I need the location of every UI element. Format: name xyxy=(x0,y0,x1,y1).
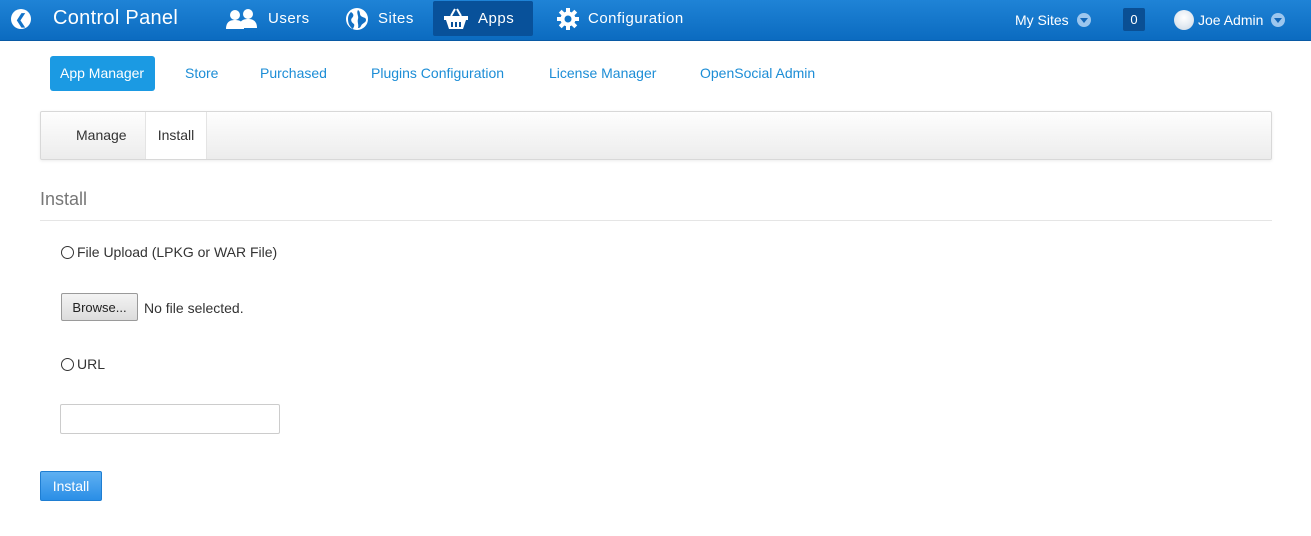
app-manager-subnav: App Manager Store Purchased Plugins Conf… xyxy=(0,56,1311,91)
nav-item-users[interactable]: Users xyxy=(215,1,335,36)
browse-button[interactable]: Browse... xyxy=(61,293,138,321)
nav-item-sites[interactable]: Sites xyxy=(335,1,431,36)
chevron-down-icon xyxy=(1271,12,1286,27)
url-radio[interactable] xyxy=(61,358,74,371)
nav-item-apps[interactable]: Apps xyxy=(433,1,533,36)
tab-manage[interactable]: Manage xyxy=(76,112,127,159)
url-label: URL xyxy=(77,356,106,372)
subnav-item-plugins-configuration[interactable]: Plugins Configuration xyxy=(371,56,504,91)
user-menu[interactable]: Joe Admin xyxy=(1174,0,1286,39)
nav-item-configuration[interactable]: Configuration xyxy=(547,1,697,36)
user-name: Joe Admin xyxy=(1198,11,1264,28)
section-divider xyxy=(40,220,1272,221)
avatar xyxy=(1174,9,1194,30)
nav-item-label: Users xyxy=(268,10,310,27)
subnav-item-opensocial-admin[interactable]: OpenSocial Admin xyxy=(700,56,815,91)
file-upload-radio[interactable] xyxy=(61,246,74,259)
tab-install[interactable]: Install xyxy=(145,112,207,159)
url-input[interactable] xyxy=(60,404,280,434)
globe-icon xyxy=(346,7,368,30)
tab-bar: Manage Install xyxy=(40,111,1272,160)
nav-item-label: Configuration xyxy=(588,10,684,27)
basket-icon xyxy=(444,8,468,29)
install-button[interactable]: Install xyxy=(40,471,102,501)
file-status-text: No file selected. xyxy=(144,300,244,316)
chevron-down-icon xyxy=(1076,12,1091,27)
subnav-item-store[interactable]: Store xyxy=(185,56,218,91)
url-option[interactable]: URL xyxy=(61,356,105,372)
subnav-item-app-manager[interactable]: App Manager xyxy=(50,56,155,91)
users-icon xyxy=(226,8,257,29)
gear-icon xyxy=(557,7,579,30)
notification-count-badge[interactable]: 0 xyxy=(1123,8,1145,31)
nav-item-label: Sites xyxy=(378,10,414,27)
file-upload-option[interactable]: File Upload (LPKG or WAR File) xyxy=(61,244,277,260)
nav-item-label: Apps xyxy=(478,10,515,27)
control-panel-title: Control Panel xyxy=(53,7,179,29)
subnav-item-purchased[interactable]: Purchased xyxy=(260,56,327,91)
top-bar: ❮ Control Panel Users Sites Apps Configu… xyxy=(0,0,1311,41)
my-sites-label: My Sites xyxy=(1015,11,1069,28)
section-title: Install xyxy=(40,189,88,209)
my-sites-dropdown[interactable]: My Sites xyxy=(1015,0,1091,39)
file-upload-label: File Upload (LPKG or WAR File) xyxy=(77,244,278,260)
subnav-item-license-manager[interactable]: License Manager xyxy=(549,56,656,91)
back-arrow-icon[interactable]: ❮ xyxy=(11,9,31,29)
